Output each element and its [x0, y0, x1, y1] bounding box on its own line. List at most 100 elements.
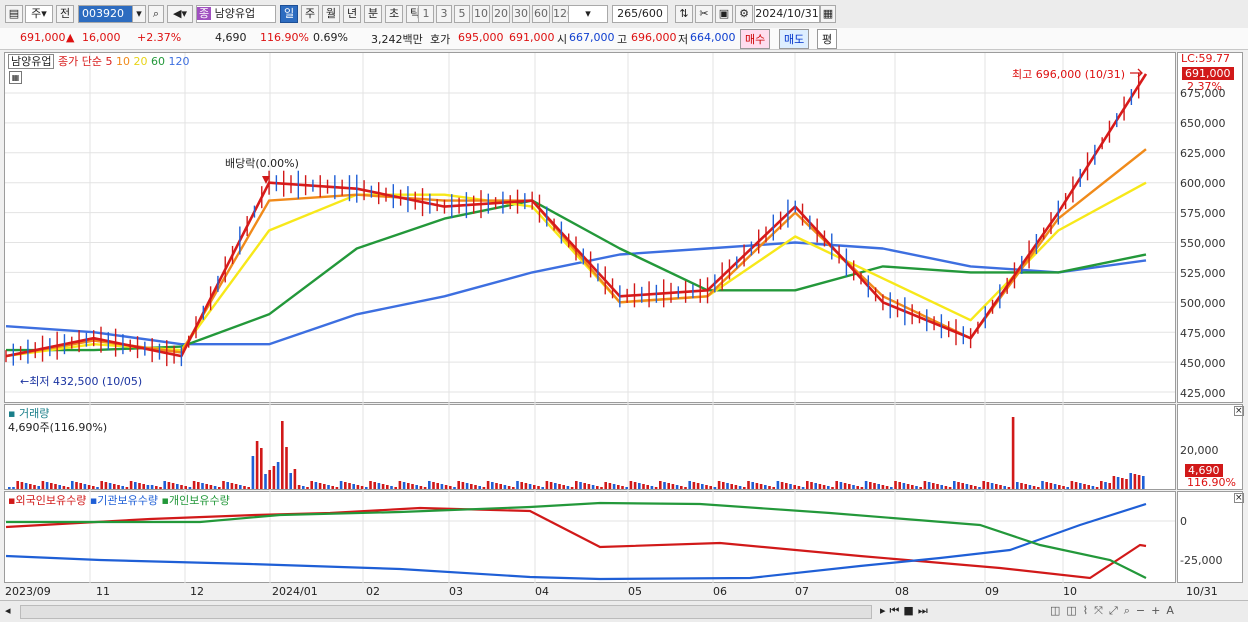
- volume-bar: [209, 485, 213, 489]
- volume-bar: [617, 485, 620, 489]
- volume-bar: [751, 482, 754, 489]
- volume-bar: [276, 462, 280, 489]
- volume-bar: [923, 481, 927, 489]
- volume-bar: [869, 482, 872, 489]
- volume-bar: [1133, 474, 1137, 489]
- volume-bar: [129, 481, 133, 489]
- volume-bar: [365, 487, 368, 489]
- volume-bar: [596, 486, 599, 489]
- volume-bar: [20, 482, 24, 489]
- volume-bar: [234, 484, 238, 489]
- volume-bar: [856, 486, 859, 489]
- volume-bar: [759, 484, 763, 489]
- price-y-tick: 675,000: [1180, 87, 1226, 100]
- volume-bar: [764, 485, 767, 489]
- volume-bar: [680, 486, 683, 489]
- volume-bar: [314, 482, 318, 489]
- ma-line-60: [6, 199, 1147, 352]
- volume-bar: [104, 482, 108, 489]
- holdings-close-icon[interactable]: ×: [1234, 493, 1244, 503]
- volume-bar: [965, 484, 969, 489]
- volume-bar: [780, 482, 784, 489]
- volume-bar: [831, 487, 834, 489]
- volume-bar: [268, 470, 271, 489]
- volume-bar: [936, 484, 939, 489]
- volume-bar: [134, 482, 137, 489]
- volume-bar: [62, 486, 66, 489]
- volume-bar: [738, 486, 742, 489]
- volume-bar: [381, 484, 385, 489]
- volume-bar: [415, 485, 418, 489]
- playback-controls[interactable]: ▸⏮■⏭: [880, 604, 932, 618]
- volume-bar: [1116, 477, 1120, 489]
- volume-bar: [1053, 484, 1057, 489]
- volume-bar: [1016, 482, 1019, 489]
- volume-bar: [768, 486, 771, 489]
- x-axis-label: 2023/09: [5, 585, 51, 598]
- volume-bar: [440, 484, 444, 489]
- price-y-tick: 650,000: [1180, 117, 1226, 130]
- volume-bar: [37, 486, 40, 489]
- volume-bar: [625, 487, 628, 489]
- volume-bar: [159, 487, 162, 489]
- volume-bar: [79, 483, 82, 489]
- volume-bar: [432, 482, 435, 489]
- legend-ma60: 60: [150, 55, 165, 68]
- volume-bar: [1037, 487, 1040, 489]
- volume-last-pct: 116.90%: [1187, 476, 1236, 489]
- volume-bar: [394, 487, 397, 489]
- volume-bar: [344, 482, 347, 489]
- volume-bar: [226, 482, 229, 489]
- volume-bar: [453, 487, 456, 489]
- volume-bar: [33, 485, 36, 489]
- price-y-tick: 425,000: [1180, 387, 1226, 400]
- volume-bar: [1049, 483, 1053, 489]
- volume-bar: [814, 483, 817, 489]
- volume-bar: [71, 481, 74, 489]
- volume-bar: [507, 486, 511, 489]
- price-y-tick: 550,000: [1180, 237, 1226, 250]
- volume-bar: [608, 483, 612, 489]
- volume-bar: [1079, 483, 1082, 489]
- left-arrow-icon: ←: [20, 375, 30, 388]
- volume-bar: [247, 487, 250, 489]
- volume-bar: [272, 466, 276, 489]
- volume-bar: [108, 483, 112, 489]
- volume-bar: [1045, 482, 1048, 489]
- volume-bar: [667, 483, 670, 489]
- volume-bar: [289, 473, 292, 489]
- volume-bar: [1108, 483, 1111, 489]
- volume-bar: [877, 484, 880, 489]
- volume-bar: [654, 487, 658, 489]
- volume-bar: [428, 481, 431, 489]
- volume-bar: [66, 487, 70, 489]
- volume-bar: [566, 486, 570, 489]
- tool-icons[interactable]: ◫◫⌇⤧⤢⌕−+A: [1050, 604, 1180, 618]
- scrollbar-track[interactable]: [20, 605, 872, 619]
- volume-bar: [1003, 486, 1006, 489]
- price-y-tick: 475,000: [1180, 327, 1226, 340]
- volume-bar: [650, 486, 654, 489]
- holdings-y-tick-1: -25,000: [1180, 554, 1223, 567]
- volume-bar: [793, 485, 796, 489]
- volume-bar: [642, 484, 645, 489]
- volume-bar: [100, 481, 103, 489]
- volume-bar: [583, 483, 586, 489]
- volume-bar: [1095, 487, 1099, 489]
- volume-close-icon[interactable]: ×: [1234, 406, 1244, 416]
- volume-bar: [696, 483, 700, 489]
- volume-bar: [558, 484, 561, 489]
- volume-bar: [83, 484, 87, 489]
- volume-bar: [465, 483, 469, 489]
- volume-bar: [701, 484, 704, 489]
- volume-bar: [915, 486, 918, 489]
- volume-bar: [1074, 482, 1078, 489]
- volume-bar: [50, 483, 53, 489]
- volume-bar: [1024, 484, 1027, 489]
- volume-bar: [222, 481, 225, 489]
- table-icon[interactable]: ▦: [9, 71, 22, 84]
- volume-bar: [726, 483, 729, 489]
- scroll-left-icon[interactable]: ◂: [5, 604, 11, 617]
- volume-y-tick: 20,000: [1180, 444, 1219, 457]
- legend-institution: 기관보유수량: [97, 494, 159, 507]
